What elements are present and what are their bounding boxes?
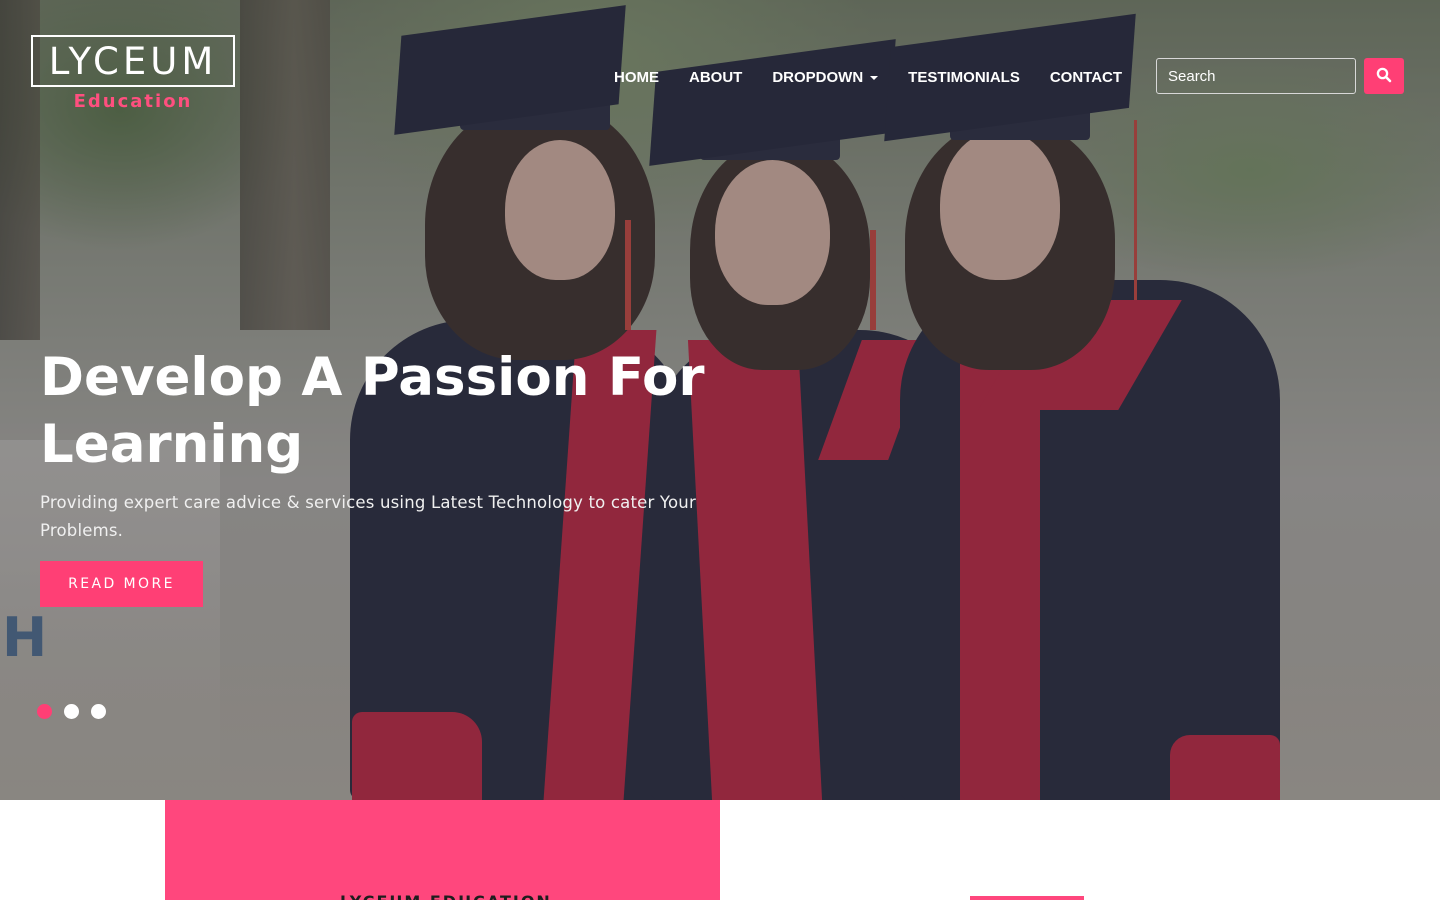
intro-panel <box>165 800 720 900</box>
search-icon <box>1376 67 1392 86</box>
hero-subtitle: Providing expert care advice & services … <box>40 493 696 540</box>
nav-item-label: CONTACT <box>1049 68 1123 86</box>
hero-title: Develop A Passion For Learning <box>40 347 705 475</box>
nav-item-label: DROPDOWN <box>772 68 864 86</box>
brand-subtitle: Education <box>73 91 193 112</box>
carousel-indicators <box>37 704 118 719</box>
nav-item-label: HOME <box>614 68 659 86</box>
carousel-dot-2[interactable] <box>64 704 79 719</box>
nav-item-label: TESTIMONIALS <box>908 68 1020 86</box>
caret-down-icon <box>870 75 879 80</box>
nav-item-dropdown[interactable]: DROPDOWN <box>772 68 879 86</box>
read-more-button[interactable]: READ MORE <box>40 561 203 607</box>
section-heading: LYCEUM EDUCATION <box>340 892 552 900</box>
nav-item-label: ABOUT <box>689 68 743 86</box>
brand-title: LYCEUM <box>48 39 218 83</box>
carousel-dot-1[interactable] <box>37 704 52 719</box>
nav-item-contact[interactable]: CONTACT <box>1050 69 1122 86</box>
search-button[interactable] <box>1364 58 1404 94</box>
brand-logo[interactable]: LYCEUM <box>31 35 235 87</box>
carousel-dot-3[interactable] <box>91 704 106 719</box>
nav-item-about[interactable]: ABOUT <box>689 69 742 86</box>
section-accent-bar <box>970 896 1084 900</box>
search-input[interactable] <box>1156 58 1356 94</box>
nav-item-home[interactable]: HOME <box>614 69 659 86</box>
main-nav: HOME ABOUT DROPDOWN TESTIMONIALS CONTACT <box>614 66 1122 88</box>
nav-item-testimonials[interactable]: TESTIMONIALS <box>908 69 1020 86</box>
